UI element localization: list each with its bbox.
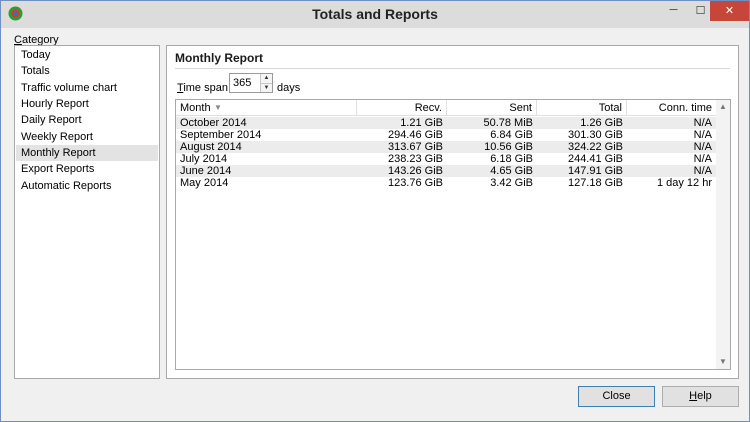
timespan-label: Time span: bbox=[177, 82, 232, 94]
cell-month: October 2014 bbox=[180, 117, 247, 129]
cell-recv: 123.76 GiB bbox=[387, 177, 443, 189]
help-button[interactable]: Help bbox=[662, 386, 739, 407]
close-button[interactable]: Close bbox=[578, 386, 655, 407]
cell-conn-time: N/A bbox=[693, 117, 712, 129]
cell-total: 1.26 GiB bbox=[580, 117, 623, 129]
category-item-totals[interactable]: Totals bbox=[16, 63, 158, 79]
table-vertical-scrollbar[interactable]: ▲ ▼ bbox=[716, 100, 730, 369]
minimize-icon: ─ bbox=[669, 4, 678, 16]
table-row[interactable]: July 2014 238.23 GiB 6.18 GiB 244.41 GiB… bbox=[176, 153, 716, 165]
cell-sent: 50.78 MiB bbox=[483, 117, 533, 129]
totals-and-reports-window: Totals and Reports ─ ☐ ✕ Category Today … bbox=[0, 0, 750, 422]
monthly-report-table[interactable]: Month ▼ Recv. Sent Total Conn. time Octo… bbox=[175, 99, 731, 370]
cell-total: 324.22 GiB bbox=[567, 141, 623, 153]
cell-total: 244.41 GiB bbox=[567, 153, 623, 165]
category-list[interactable]: Today Totals Traffic volume chart Hourly… bbox=[14, 45, 160, 379]
sort-descending-icon: ▼ bbox=[214, 103, 222, 112]
cell-recv: 294.46 GiB bbox=[387, 129, 443, 141]
minimize-button[interactable]: ─ bbox=[660, 1, 687, 21]
column-header-month[interactable]: Month ▼ bbox=[176, 100, 357, 116]
cell-recv: 1.21 GiB bbox=[400, 117, 443, 129]
cell-recv: 238.23 GiB bbox=[387, 153, 443, 165]
timespan-spinner[interactable]: ▲ ▼ bbox=[260, 74, 272, 92]
cell-conn-time: 1 day 12 hr bbox=[656, 177, 712, 189]
scroll-down-icon[interactable]: ▼ bbox=[716, 355, 730, 369]
title-bar[interactable]: Totals and Reports ─ ☐ ✕ bbox=[1, 1, 749, 28]
cell-month: June 2014 bbox=[180, 165, 232, 177]
cell-total: 147.91 GiB bbox=[567, 165, 623, 177]
maximize-icon: ☐ bbox=[695, 5, 706, 17]
close-icon: ✕ bbox=[724, 5, 735, 17]
cell-conn-time: N/A bbox=[693, 153, 712, 165]
cell-sent: 3.42 GiB bbox=[490, 177, 533, 189]
table-row[interactable]: May 2014 123.76 GiB 3.42 GiB 127.18 GiB … bbox=[176, 177, 716, 189]
report-panel: Monthly Report Time span: 365 ▲ ▼ days M… bbox=[166, 45, 739, 379]
cell-total: 127.18 GiB bbox=[567, 177, 623, 189]
column-header-total[interactable]: Total bbox=[537, 100, 627, 116]
column-header-sent[interactable]: Sent bbox=[447, 100, 537, 116]
category-item-hourly-report[interactable]: Hourly Report bbox=[16, 96, 158, 112]
table-header: Month ▼ Recv. Sent Total Conn. time bbox=[176, 100, 716, 116]
window-title: Totals and Reports bbox=[312, 6, 438, 22]
column-header-conn-time[interactable]: Conn. time bbox=[627, 100, 716, 116]
report-title: Monthly Report bbox=[175, 51, 263, 65]
category-item-traffic-volume-chart[interactable]: Traffic volume chart bbox=[16, 80, 158, 96]
table-row[interactable]: August 2014 313.67 GiB 10.56 GiB 324.22 … bbox=[176, 141, 716, 153]
cell-month: September 2014 bbox=[180, 129, 262, 141]
cell-conn-time: N/A bbox=[693, 165, 712, 177]
days-label: days bbox=[277, 82, 301, 94]
cell-total: 301.30 GiB bbox=[567, 129, 623, 141]
cell-sent: 6.18 GiB bbox=[490, 153, 533, 165]
category-item-weekly-report[interactable]: Weekly Report bbox=[16, 129, 158, 145]
category-item-today[interactable]: Today bbox=[16, 47, 158, 63]
cell-conn-time: N/A bbox=[693, 129, 712, 141]
cell-month: August 2014 bbox=[180, 141, 242, 153]
spin-up-icon[interactable]: ▲ bbox=[261, 74, 272, 83]
category-item-daily-report[interactable]: Daily Report bbox=[16, 112, 158, 128]
table-row[interactable]: September 2014 294.46 GiB 6.84 GiB 301.3… bbox=[176, 129, 716, 141]
cell-recv: 143.26 GiB bbox=[387, 165, 443, 177]
spin-down-icon[interactable]: ▼ bbox=[261, 83, 272, 92]
cell-recv: 313.67 GiB bbox=[387, 141, 443, 153]
category-item-automatic-reports[interactable]: Automatic Reports bbox=[16, 178, 158, 194]
close-window-button[interactable]: ✕ bbox=[710, 1, 749, 21]
cell-conn-time: N/A bbox=[693, 141, 712, 153]
cell-month: May 2014 bbox=[180, 177, 229, 189]
cell-sent: 10.56 GiB bbox=[484, 141, 533, 153]
category-item-monthly-report[interactable]: Monthly Report bbox=[16, 145, 158, 161]
cell-sent: 4.65 GiB bbox=[490, 165, 533, 177]
column-header-recv[interactable]: Recv. bbox=[357, 100, 447, 116]
category-item-export-reports[interactable]: Export Reports bbox=[16, 161, 158, 177]
table-row[interactable]: June 2014 143.26 GiB 4.65 GiB 147.91 GiB… bbox=[176, 165, 716, 177]
cell-sent: 6.84 GiB bbox=[490, 129, 533, 141]
scroll-up-icon[interactable]: ▲ bbox=[716, 100, 730, 114]
title-divider bbox=[175, 68, 730, 69]
cell-month: July 2014 bbox=[180, 153, 228, 165]
table-row[interactable]: October 2014 1.21 GiB 50.78 MiB 1.26 GiB… bbox=[176, 117, 716, 129]
